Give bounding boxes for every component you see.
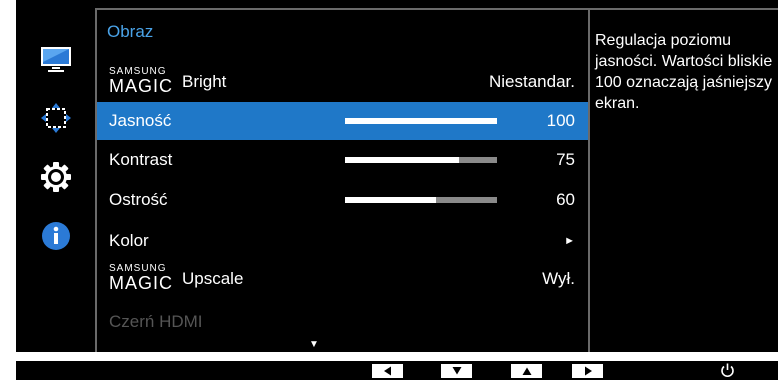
- help-text: Regulacja poziomu jasności. Wartości bli…: [595, 32, 773, 112]
- menu-item-sharpness[interactable]: Ostrość 60: [97, 181, 588, 219]
- picture-menu: Obraz SAMSUNG MAGIC Bright Niestandar. J…: [95, 8, 590, 352]
- menu-item-hdmi-black: Czerń HDMI: [97, 303, 588, 341]
- item-label: Kolor: [109, 231, 149, 250]
- brightness-slider[interactable]: [345, 118, 497, 124]
- monitor-icon[interactable]: [40, 44, 72, 76]
- item-label: Upscale: [182, 269, 244, 288]
- submenu-arrow-icon: ►: [564, 235, 575, 247]
- magic-bright-label: SAMSUNG MAGIC Bright: [109, 66, 226, 98]
- magic-upscale-label: SAMSUNG MAGIC Upscale: [109, 263, 243, 295]
- slider-fill: [345, 197, 437, 203]
- gear-icon[interactable]: [40, 161, 72, 193]
- power-icon[interactable]: [718, 361, 737, 380]
- samsung-magic-logo: SAMSUNG MAGIC: [109, 66, 179, 98]
- menu-item-brightness[interactable]: Jasność 100: [97, 102, 588, 140]
- item-label: Jasność: [109, 111, 172, 130]
- item-value: 75: [556, 150, 575, 169]
- item-label: Ostrość: [109, 190, 168, 209]
- menu-item-magic-bright[interactable]: SAMSUNG MAGIC Bright Niestandar.: [97, 63, 588, 101]
- slider-fill: [345, 118, 497, 124]
- item-label: Czerń HDMI: [109, 312, 203, 331]
- item-value: Niestandar.: [489, 72, 575, 91]
- item-label: Kontrast: [109, 150, 173, 169]
- samsung-magic-logo: SAMSUNG MAGIC: [109, 263, 179, 295]
- info-icon[interactable]: [40, 220, 72, 252]
- slider-fill: [345, 157, 459, 163]
- move-arrows-icon[interactable]: [40, 102, 72, 134]
- help-panel: Regulacja poziomu jasności. Wartości bli…: [590, 8, 778, 352]
- sidebar: [16, 0, 95, 352]
- scroll-down-icon[interactable]: ▼: [309, 339, 319, 350]
- down-arrow-icon[interactable]: [441, 364, 472, 378]
- contrast-slider[interactable]: [345, 157, 497, 163]
- item-label: Bright: [182, 72, 227, 91]
- item-value: Wył.: [542, 269, 575, 288]
- right-arrow-icon[interactable]: [572, 364, 603, 378]
- button-guide: [16, 361, 778, 380]
- sharpness-slider[interactable]: [345, 197, 497, 203]
- menu-title: Obraz: [107, 22, 154, 41]
- up-arrow-icon[interactable]: [511, 364, 542, 378]
- brand-large-text: MAGIC: [109, 273, 174, 293]
- brand-large-text: MAGIC: [109, 76, 174, 96]
- menu-item-contrast[interactable]: Kontrast 75: [97, 141, 588, 179]
- item-value: 100: [546, 111, 575, 130]
- left-arrow-icon[interactable]: [372, 364, 403, 378]
- menu-item-magic-upscale[interactable]: SAMSUNG MAGIC Upscale Wył.: [97, 260, 588, 298]
- item-value: 60: [556, 190, 575, 209]
- menu-item-color[interactable]: Kolor ►: [97, 222, 588, 260]
